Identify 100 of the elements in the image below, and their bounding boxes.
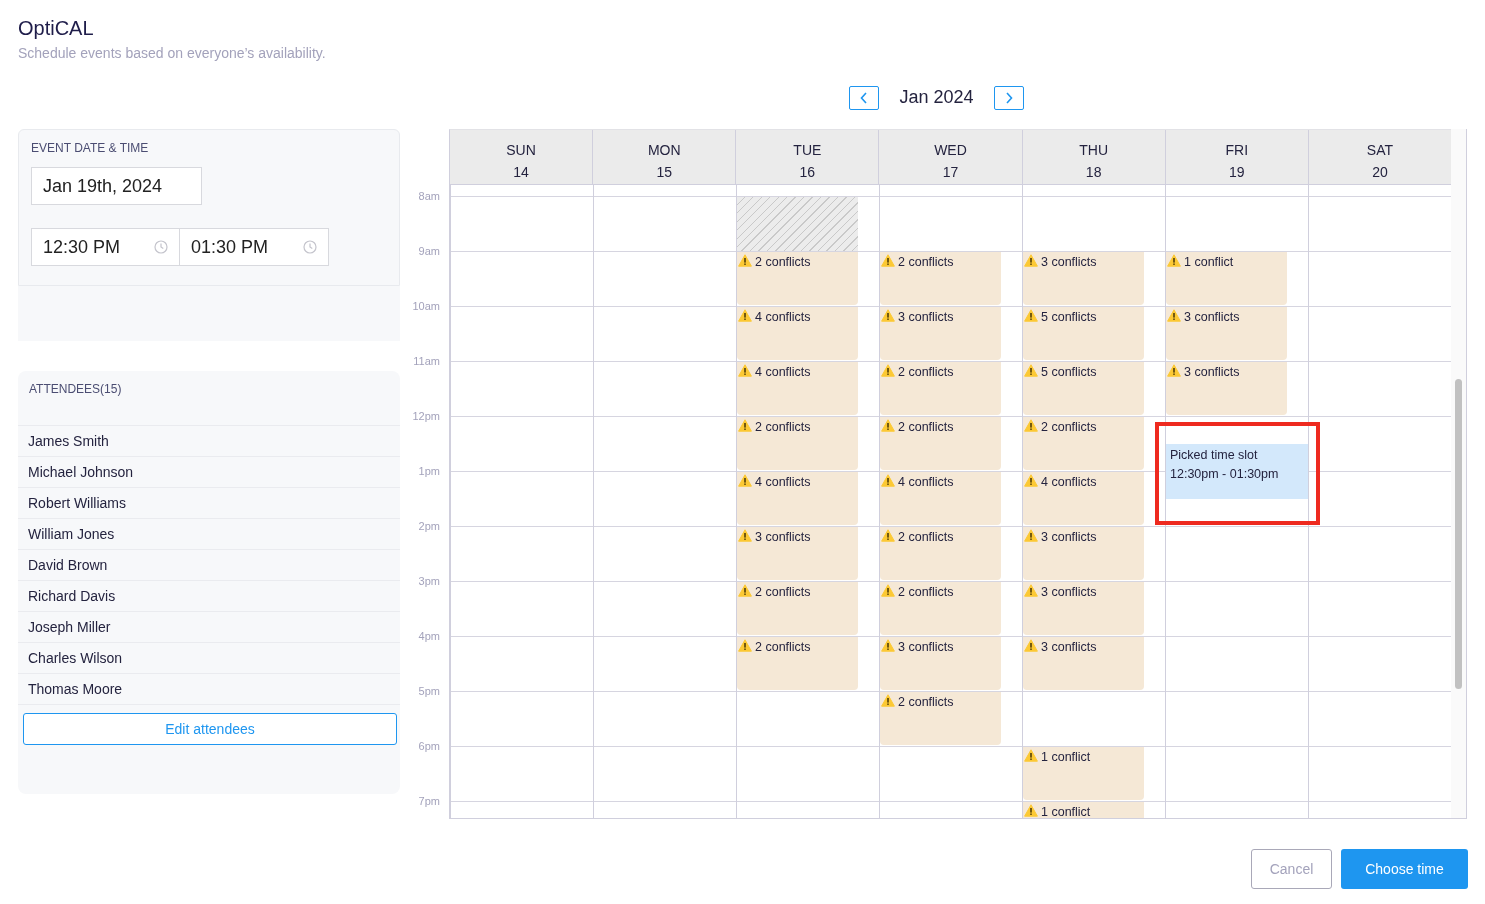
conflict-block[interactable]: 3 conflicts (1023, 527, 1144, 580)
date-number: 18 (1084, 163, 1103, 182)
conflict-block[interactable]: 2 conflicts (880, 417, 1001, 470)
conflict-block[interactable]: 3 conflicts (880, 637, 1001, 690)
warning-icon (738, 364, 752, 377)
conflict-count: 2 conflicts (898, 694, 954, 710)
conflict-count: 4 conflicts (898, 474, 954, 490)
time-label: 6pm (418, 740, 440, 752)
attendee-name: William Jones (18, 519, 400, 550)
app-title: OptiCAL (18, 16, 95, 40)
conflict-block[interactable]: 3 conflicts (1023, 637, 1144, 690)
conflict-block[interactable]: 3 conflicts (1023, 582, 1144, 635)
conflict-count: 2 conflicts (755, 254, 811, 270)
attendee-name: Robert Williams (18, 488, 400, 519)
scrollbar[interactable] (1451, 129, 1467, 819)
conflict-count: 3 conflicts (898, 309, 954, 325)
conflict-block[interactable]: 2 conflicts (880, 582, 1001, 635)
conflict-block[interactable]: 4 conflicts (1023, 472, 1144, 525)
conflict-block[interactable]: 2 conflicts (880, 252, 1001, 305)
warning-icon (1024, 364, 1038, 377)
chevron-left-icon (860, 91, 869, 104)
conflict-block[interactable]: 3 conflicts (1023, 252, 1144, 305)
conflict-count: 2 conflicts (898, 364, 954, 380)
weekday-label: SAT (1365, 141, 1394, 160)
conflict-block[interactable]: 2 conflicts (737, 417, 858, 470)
attendee-name: Thomas Moore (18, 674, 400, 705)
conflict-block[interactable]: 4 conflicts (880, 472, 1001, 525)
time-label: 9am (418, 245, 440, 257)
conflict-count: 2 conflicts (898, 419, 954, 435)
warning-icon (738, 254, 752, 267)
conflict-block[interactable]: 4 conflicts (737, 307, 858, 360)
conflict-count: 2 conflicts (755, 584, 811, 600)
weekday-label: TUE (792, 141, 823, 160)
warning-icon (881, 584, 895, 597)
date-number: 14 (512, 163, 530, 182)
weekday-label: WED (933, 141, 968, 160)
conflict-count: 5 conflicts (1041, 309, 1097, 325)
warning-icon (881, 474, 895, 487)
weekday-label: MON (646, 141, 682, 160)
time-label: 10am (412, 300, 440, 312)
picked-time-slot[interactable]: Picked time slot 12:30pm - 01:30pm (1166, 443, 1308, 499)
next-month-button[interactable] (993, 85, 1024, 110)
date-field[interactable]: Jan 19th, 2024 (31, 167, 202, 205)
section-heading: ATTENDEES(15) (29, 382, 123, 396)
conflict-block[interactable]: 4 conflicts (737, 472, 858, 525)
clock-icon (154, 240, 168, 254)
previous-month-button[interactable] (849, 85, 880, 110)
conflict-block[interactable]: 5 conflicts (1023, 362, 1144, 415)
month-label: Jan 2024 (899, 86, 974, 109)
warning-icon (1024, 419, 1038, 432)
date-number: 19 (1228, 163, 1246, 182)
attendee-name: James Smith (18, 426, 400, 457)
conflict-block[interactable]: 5 conflicts (1023, 307, 1144, 360)
time-value: 01:30 PM (191, 235, 269, 259)
time-field[interactable]: 12:30 PM (31, 228, 180, 266)
warning-icon (1024, 749, 1038, 762)
conflict-count: 1 conflict (1184, 254, 1234, 270)
scrollbar-thumb[interactable] (1455, 379, 1462, 689)
conflict-count: 3 conflicts (1041, 639, 1097, 655)
conflict-count: 3 conflicts (755, 529, 811, 545)
conflict-block[interactable]: 1 conflict (1023, 747, 1144, 800)
attendee-name: Joseph Miller (18, 612, 400, 643)
warning-icon (1024, 254, 1038, 267)
date-number: 17 (941, 163, 960, 182)
conflict-count: 2 conflicts (1041, 419, 1097, 435)
time-label: 4pm (418, 630, 440, 642)
conflict-count: 2 conflicts (755, 639, 811, 655)
conflict-block[interactable]: 3 conflicts (1166, 307, 1287, 360)
conflict-count: 2 conflicts (755, 419, 811, 435)
warning-icon (881, 529, 895, 542)
conflict-block[interactable]: 3 conflicts (880, 307, 1001, 360)
time-value: 12:30 PM (43, 235, 121, 259)
conflict-block[interactable]: 3 conflicts (737, 527, 858, 580)
conflict-block[interactable]: 2 conflicts (880, 362, 1001, 415)
warning-icon (738, 474, 752, 487)
warning-icon (1167, 364, 1181, 377)
conflict-block[interactable]: 3 conflicts (1166, 362, 1287, 415)
conflict-count: 3 conflicts (898, 639, 954, 655)
conflict-block[interactable]: 2 conflicts (737, 637, 858, 690)
conflict-block[interactable]: 2 conflicts (737, 252, 858, 305)
conflict-count: 2 conflicts (898, 254, 954, 270)
weekday-label: THU (1078, 141, 1109, 160)
date-number: 15 (655, 163, 673, 182)
conflict-block[interactable]: 4 conflicts (737, 362, 858, 415)
time-field[interactable]: 01:30 PM (180, 228, 329, 266)
date-number: 16 (798, 163, 817, 182)
conflict-block[interactable]: 1 conflict (1166, 252, 1287, 305)
conflict-block[interactable]: 2 conflicts (880, 692, 1001, 745)
conflict-block[interactable]: 1 conflict (1023, 802, 1144, 818)
attendee-name: Richard Davis (18, 581, 400, 612)
warning-icon (738, 639, 752, 652)
conflict-count: 3 conflicts (1184, 364, 1240, 380)
warning-icon (881, 639, 895, 652)
warning-icon (1024, 309, 1038, 322)
conflict-count: 4 conflicts (755, 474, 811, 490)
weekday-label: SUN (505, 141, 537, 160)
warning-icon (881, 694, 895, 707)
conflict-block[interactable]: 2 conflicts (1023, 417, 1144, 470)
conflict-block[interactable]: 2 conflicts (880, 527, 1001, 580)
conflict-block[interactable]: 2 conflicts (737, 582, 858, 635)
